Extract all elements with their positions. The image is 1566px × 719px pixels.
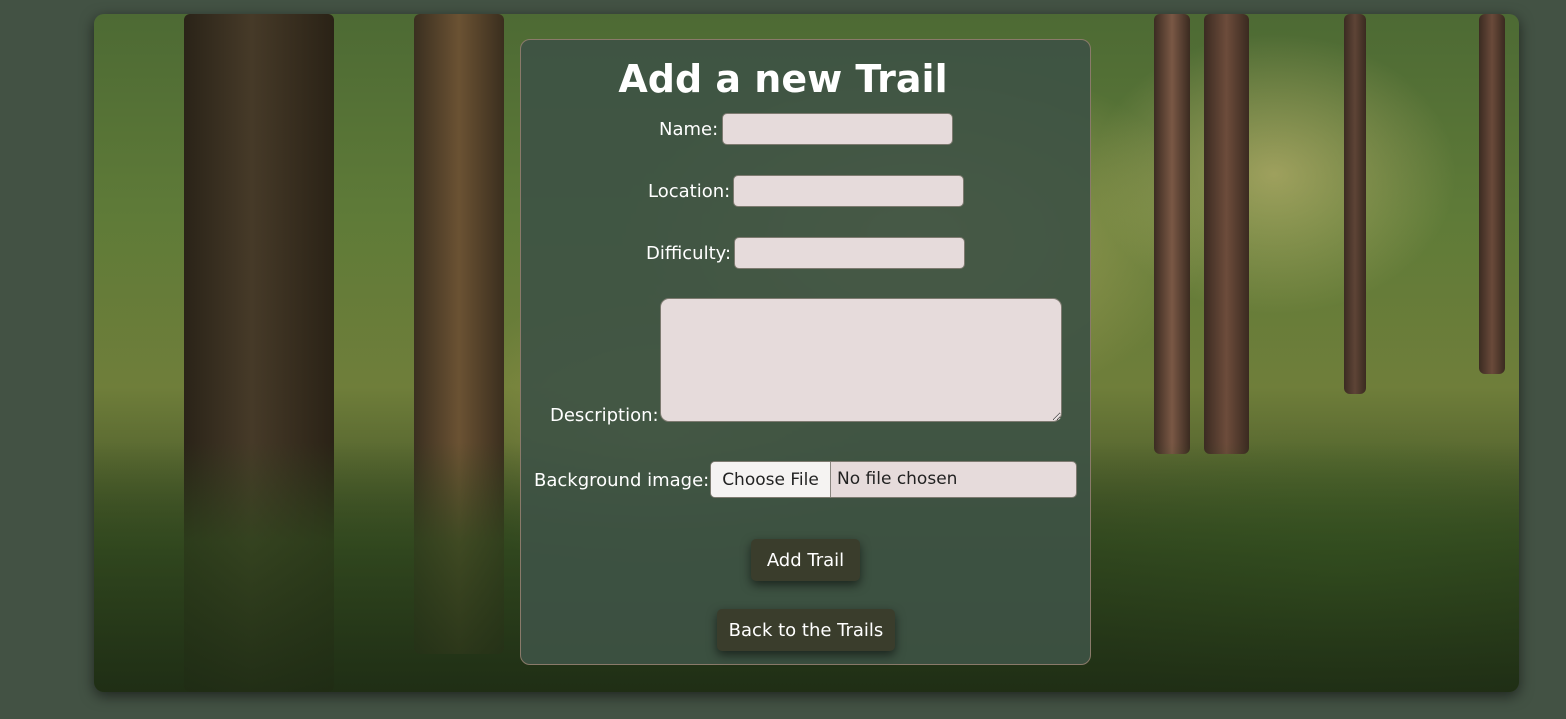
difficulty-label: Difficulty: (646, 243, 732, 264)
background-image-label: Background image: (534, 470, 710, 491)
file-status-text: No file chosen (837, 469, 958, 489)
location-input[interactable] (733, 175, 964, 207)
description-textarea[interactable] (660, 298, 1062, 422)
description-label: Description: (550, 405, 659, 426)
choose-file-button[interactable]: Choose File (711, 462, 831, 497)
add-trail-button[interactable]: Add Trail (751, 539, 860, 581)
difficulty-input[interactable] (734, 237, 965, 269)
background-image-file-input[interactable]: Choose File No file chosen (710, 461, 1077, 498)
location-label: Location: (648, 181, 731, 202)
page-title: Add a new Trail (618, 57, 948, 101)
name-input[interactable] (722, 113, 953, 145)
back-to-trails-button[interactable]: Back to the Trails (717, 609, 895, 651)
name-label: Name: (659, 119, 719, 140)
